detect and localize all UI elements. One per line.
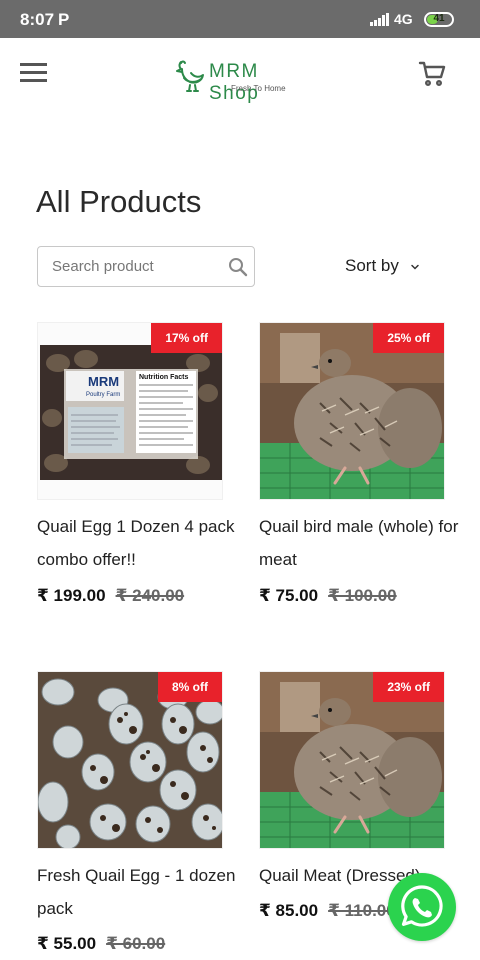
product-price: ₹ 85.00 ₹ 110.00 [259,901,396,921]
product-card[interactable]: 25% off Quail bird male (whole) for meat… [259,322,458,622]
status-bar: 8:07 P 4G 41 [0,0,480,38]
discount-badge: 23% off [373,672,444,702]
search-icon[interactable] [228,257,248,277]
battery-level: 41 [433,13,445,24]
product-image[interactable]: 8% off [37,671,223,849]
signal-icon [370,13,390,26]
whatsapp-button[interactable] [388,873,456,941]
status-time: 8:07 [20,10,55,29]
discount-badge: 8% off [158,672,222,702]
product-image[interactable]: 25% off [259,322,445,500]
product-name[interactable]: Quail Egg 1 Dozen 4 pack combo offer!! [37,510,237,576]
nutrition-heading: Nutrition Facts [139,374,188,381]
page-title: All Products [36,184,202,219]
product-price: ₹ 199.00 ₹ 240.00 [37,586,184,606]
current-price: ₹ 85.00 [259,901,319,920]
discount-badge: 17% off [151,323,222,353]
app-header: MRM Shop Fresh To Home [0,38,480,114]
whatsapp-icon [401,885,443,927]
cart-icon[interactable] [418,60,446,88]
original-price: ₹ 110.00 [328,901,396,920]
box-sub-text: Poultry Farm [86,392,120,398]
original-price: ₹ 240.00 [115,586,185,605]
product-image[interactable]: MRM Poultry Farm Nutrition Facts 17% off [37,322,223,500]
discount-badge: 25% off [373,323,444,353]
brand-tagline: Fresh To Home [231,84,286,93]
current-price: ₹ 199.00 [37,586,106,605]
hen-icon [176,60,204,92]
original-price: ₹ 60.00 [106,934,166,953]
search-input[interactable] [52,247,222,286]
product-image[interactable]: 23% off [259,671,445,849]
product-card[interactable]: 8% off Fresh Quail Egg - 1 dozen pack ₹ … [37,671,235,960]
hamburger-icon[interactable] [20,62,48,84]
product-price: ₹ 55.00 ₹ 60.00 [37,934,165,954]
carrier-icon: P [58,10,70,29]
sort-dropdown[interactable]: Sort by [345,256,420,276]
product-name[interactable]: Quail bird male (whole) for meat [259,510,459,576]
product-card[interactable]: MRM Poultry Farm Nutrition Facts 17% off… [37,322,235,622]
battery-icon: 41 [424,12,454,27]
box-brand-text: MRM [88,374,119,389]
product-name[interactable]: Fresh Quail Egg - 1 dozen pack [37,859,237,925]
brand-logo[interactable]: MRM Shop Fresh To Home [174,58,314,104]
search-box[interactable] [37,246,255,287]
product-price: ₹ 75.00 ₹ 100.00 [259,586,397,606]
chevron-down-icon [410,264,419,270]
brand-name: MRM Shop [209,61,260,104]
current-price: ₹ 55.00 [37,934,97,953]
current-price: ₹ 75.00 [259,586,319,605]
sort-label: Sort by [345,256,399,275]
original-price: ₹ 100.00 [328,586,397,605]
network-type: 4G [394,11,413,27]
